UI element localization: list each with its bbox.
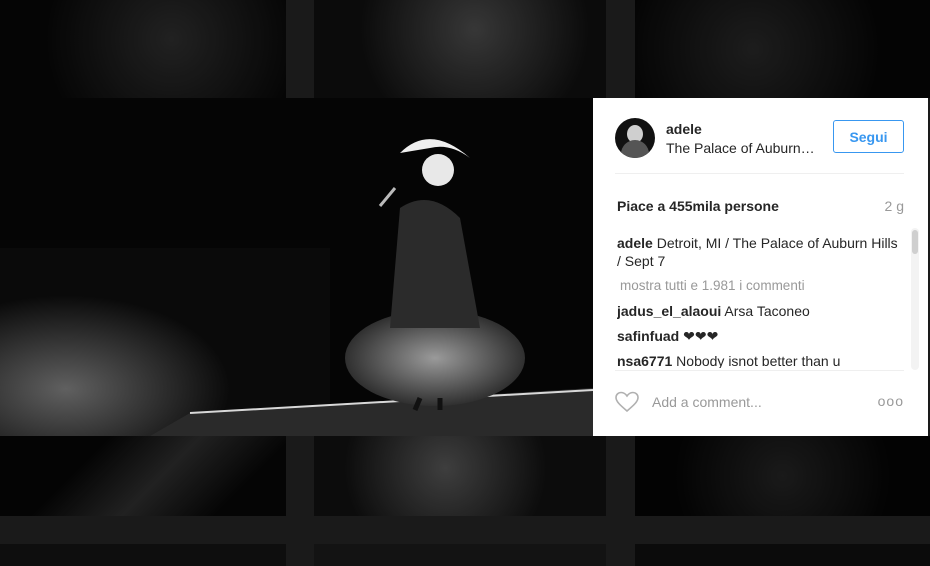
- comment-username[interactable]: jadus_el_alaoui: [617, 303, 721, 319]
- post-header: adele The Palace of Auburn Hills Segui: [615, 116, 904, 174]
- comment-text: Nobody isnot better than u: [676, 353, 841, 368]
- follow-button[interactable]: Segui: [833, 120, 904, 153]
- post-modal: adele The Palace of Auburn Hills Segui P…: [0, 98, 928, 436]
- caption: adele Detroit, MI / The Palace of Auburn…: [617, 234, 905, 270]
- comment-text: Arsa Taconeo: [724, 303, 810, 319]
- more-options-icon[interactable]: ooo: [878, 393, 904, 409]
- comments-list[interactable]: adele Detroit, MI / The Palace of Auburn…: [617, 234, 905, 368]
- avatar-body: [621, 140, 649, 158]
- caption-text: Detroit, MI / The Palace of Auburn Hills…: [617, 235, 898, 269]
- comment-item: jadus_el_alaoui Arsa Taconeo: [617, 302, 905, 320]
- view-all-comments-link[interactable]: mostra tutti e 1.981 i commenti: [620, 277, 905, 295]
- location-link[interactable]: The Palace of Auburn Hills: [666, 140, 816, 156]
- post-sidebar: adele The Palace of Auburn Hills Segui P…: [593, 98, 928, 436]
- post-photo[interactable]: [0, 98, 593, 436]
- comment-item: nsa6771 Nobody isnot better than u: [617, 352, 905, 368]
- heart-outline-icon[interactable]: [615, 391, 639, 413]
- caption-username[interactable]: adele: [617, 235, 653, 251]
- comments-scrollbar[interactable]: [911, 228, 919, 370]
- comment-username[interactable]: safinfuad: [617, 328, 679, 344]
- comment-username[interactable]: nsa6771: [617, 353, 672, 368]
- comment-item: safinfuad ❤❤❤: [617, 327, 905, 345]
- username-link[interactable]: adele: [666, 121, 702, 137]
- avatar[interactable]: [615, 118, 655, 158]
- post-age[interactable]: 2 g: [885, 198, 904, 214]
- scrollbar-thumb[interactable]: [912, 230, 918, 254]
- concert-photo-illustration: [0, 98, 593, 436]
- likes-count[interactable]: Piace a 455mila persone: [617, 198, 779, 214]
- comment-text: ❤❤❤: [683, 328, 719, 344]
- add-comment-input[interactable]: Add a comment...: [652, 394, 762, 410]
- post-actions: Add a comment... ooo: [615, 370, 904, 430]
